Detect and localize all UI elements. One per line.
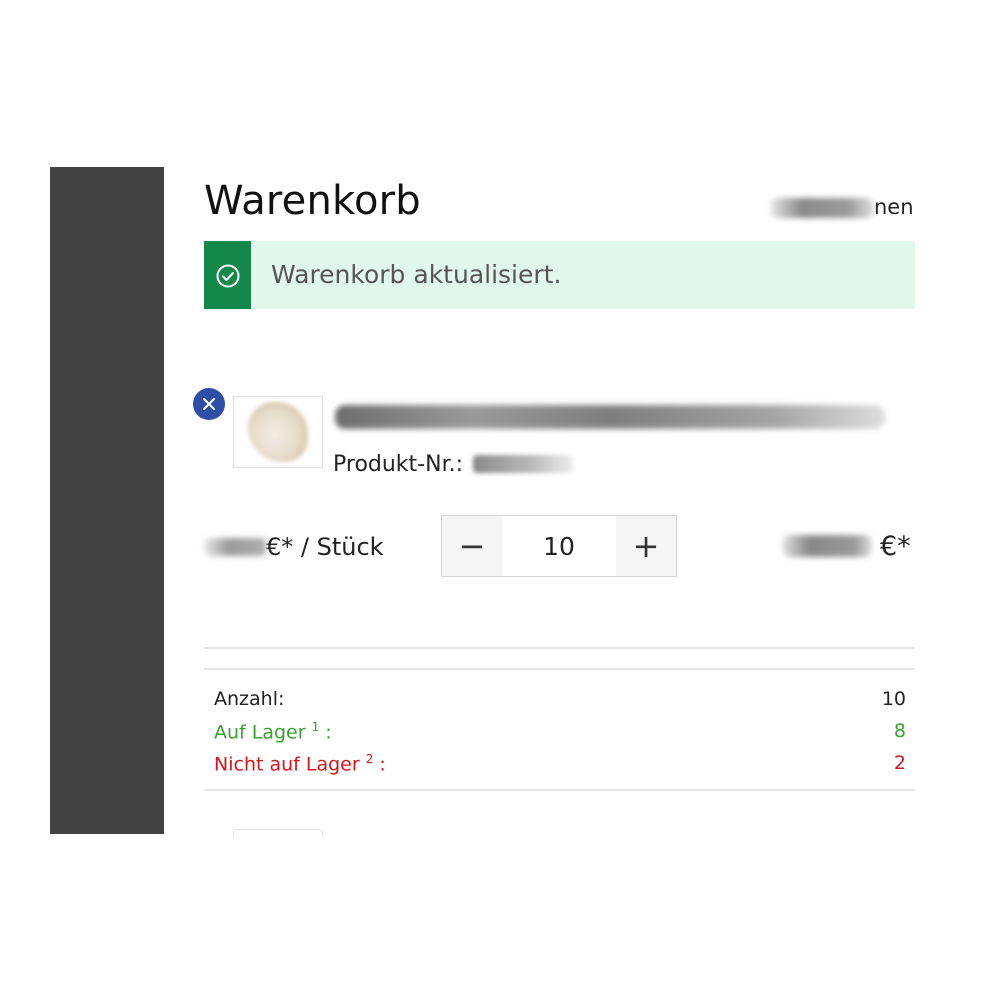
unit-price-redacted <box>204 538 266 556</box>
close-cart-link[interactable]: nen <box>770 195 914 219</box>
line-total-redacted <box>782 535 872 557</box>
product-number: Produkt-Nr.: <box>333 452 574 477</box>
line-total-suffix: €* <box>880 531 911 562</box>
out-of-stock-colon: : <box>373 753 386 776</box>
summary-quantity-value: 10 <box>881 688 906 710</box>
increment-button[interactable]: + <box>616 516 676 576</box>
line-total-price: €* <box>782 531 911 562</box>
product-name-redacted[interactable] <box>335 405 885 429</box>
close-cart-label: nen <box>874 195 914 219</box>
cart-title: Warenkorb <box>204 178 421 224</box>
product-thumbnail[interactable] <box>233 396 323 468</box>
alert-message: Warenkorb aktualisiert. <box>271 260 562 289</box>
decrement-button[interactable]: − <box>442 516 502 576</box>
summary-in-stock-label-group: Auf Lager 1 : <box>214 720 332 743</box>
quantity-stepper: − 10 + <box>441 515 677 577</box>
unit-price: €* / Stück <box>204 533 384 561</box>
divider <box>204 647 915 649</box>
summary-quantity-row: Anzahl: 10 <box>214 688 906 710</box>
in-stock-label: Auf Lager <box>214 721 306 744</box>
quantity-input[interactable]: 10 <box>502 516 616 576</box>
success-alert: Warenkorb aktualisiert. <box>204 241 915 309</box>
product-image <box>248 402 308 462</box>
check-circle-icon <box>216 264 240 288</box>
divider <box>204 668 915 670</box>
summary-out-of-stock-label-group: Nicht auf Lager 2 : <box>214 752 386 775</box>
summary-out-of-stock-row: Nicht auf Lager 2 : 2 <box>214 752 906 775</box>
product-number-redacted <box>473 455 574 473</box>
product-number-label: Produkt-Nr.: <box>333 452 464 477</box>
unit-price-suffix: €* / Stück <box>266 533 384 561</box>
partially-visible-button[interactable] <box>233 829 323 836</box>
close-icon <box>203 398 215 410</box>
redacted-text <box>770 198 874 218</box>
page: Warenkorb nen Warenkorb aktualisiert. Pr… <box>0 0 1000 1000</box>
remove-item-button[interactable] <box>193 388 225 420</box>
summary-in-stock-row: Auf Lager 1 : 8 <box>214 720 906 743</box>
in-stock-value: 8 <box>893 720 906 742</box>
in-stock-colon: : <box>319 721 332 744</box>
out-of-stock-label: Nicht auf Lager <box>214 753 360 776</box>
alert-icon-box <box>204 241 251 309</box>
page-backdrop-overlay[interactable] <box>50 167 214 834</box>
divider <box>204 789 915 791</box>
summary-quantity-label: Anzahl: <box>214 688 285 710</box>
out-of-stock-value: 2 <box>893 752 906 774</box>
